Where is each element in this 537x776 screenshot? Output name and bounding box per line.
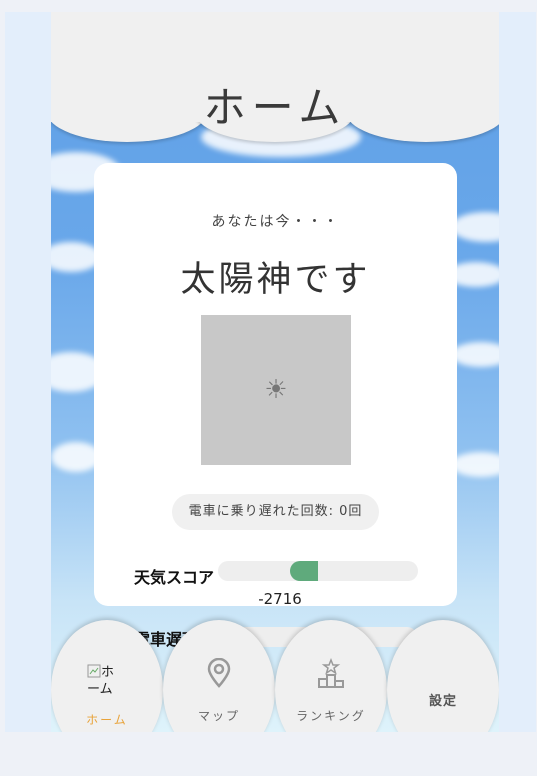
sun-icon: ☀ bbox=[264, 375, 288, 405]
podium-icon bbox=[317, 657, 345, 692]
sky-cloud bbox=[451, 452, 499, 477]
status-image: ☀ bbox=[201, 315, 351, 465]
weather-score-fill bbox=[290, 561, 318, 581]
nav-map-label: マップ bbox=[197, 709, 240, 723]
sky-cloud bbox=[451, 212, 499, 242]
status-title: 太陽神です bbox=[180, 260, 371, 300]
map-pin-icon bbox=[206, 657, 232, 692]
home-icon-broken-image: ホーム bbox=[87, 664, 115, 697]
missed-train-count: 電車に乗り遅れた回数: 0回 bbox=[172, 494, 379, 530]
page-title: ホーム bbox=[203, 83, 347, 132]
weather-score-bar bbox=[218, 561, 418, 581]
status-intro: あなたは今・・・ bbox=[211, 214, 340, 230]
nav-map[interactable]: マップ bbox=[163, 620, 275, 732]
app-screen: ホーム あなたは今・・・ 太陽神です ☀ 電車に乗り遅れた回数: 0回 天気スコ… bbox=[51, 12, 499, 732]
nav-ranking[interactable]: ランキング bbox=[275, 620, 387, 732]
weather-score-value: -2716 bbox=[258, 590, 302, 608]
sky-cloud bbox=[451, 342, 499, 367]
nav-settings[interactable]: 設定 bbox=[387, 620, 499, 732]
bottom-nav: ホーム ホーム マップ ランキング 設定 bbox=[51, 620, 499, 732]
nav-ranking-label: ランキング bbox=[296, 709, 366, 723]
nav-settings-label: 設定 bbox=[428, 694, 457, 709]
nav-home-label: ホーム bbox=[86, 713, 128, 727]
weather-score-label: 天気スコア bbox=[134, 568, 215, 587]
nav-home[interactable]: ホーム ホーム bbox=[51, 620, 163, 732]
status-card: あなたは今・・・ 太陽神です ☀ 電車に乗り遅れた回数: 0回 天気スコア -2… bbox=[94, 163, 457, 608]
